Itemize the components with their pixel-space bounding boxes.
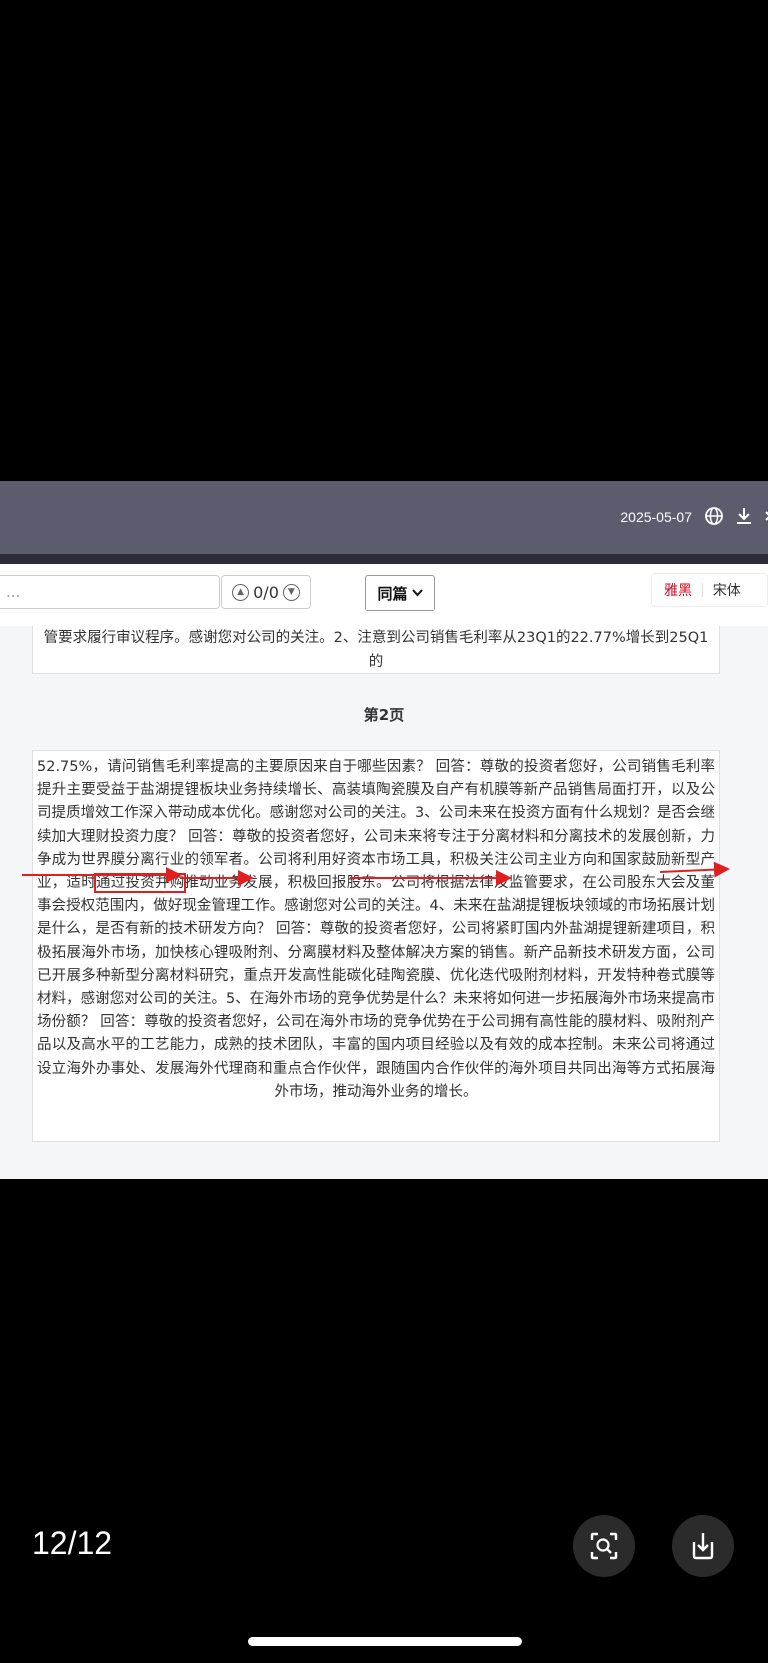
next-match-icon[interactable]: ▼ xyxy=(282,583,300,601)
search-toolbar: ... ▲ 0/0 ▼ 同篇 雅黑 | 宋体 xyxy=(0,564,768,626)
save-image-button[interactable] xyxy=(672,1515,734,1577)
previous-page-cell: 管要求履行审议程序。感谢您对公司的关注。2、注意到公司销售毛利率从23Q1的22… xyxy=(32,626,720,674)
document-header: 2025-05-07 xyxy=(0,481,768,554)
font-option-yahei[interactable]: 雅黑 xyxy=(652,580,692,600)
highlighted-phrase: 通过投资并购 xyxy=(93,873,187,894)
font-separator: | xyxy=(700,582,705,598)
font-option-songti[interactable]: 宋体 xyxy=(713,580,741,600)
previous-page-text: 管要求履行审议程序。感谢您对公司的关注。2、注意到公司销售毛利率从23Q1的22… xyxy=(43,630,709,670)
more-icon[interactable] xyxy=(760,506,768,526)
image-page-counter: 12/12 xyxy=(32,1525,113,1561)
scan-text-icon xyxy=(590,1532,618,1560)
header-shadow-bar xyxy=(0,554,768,564)
download-icon[interactable] xyxy=(734,506,754,526)
search-input[interactable]: ... xyxy=(0,575,220,609)
scope-select[interactable]: 同篇 xyxy=(365,575,435,611)
chevron-down-icon xyxy=(411,589,423,597)
match-navigator: ▲ 0/0 ▼ xyxy=(221,575,311,609)
match-counter: 0/0 xyxy=(253,582,279,602)
document-screenshot: 2025-05-07 ... ▲ 0/0 ▼ 同篇 雅黑 | 宋体 管要求履行审… xyxy=(0,481,768,1179)
document-body: 管要求履行审议程序。感谢您对公司的关注。2、注意到公司销售毛利率从23Q1的22… xyxy=(0,626,768,1179)
font-switch: 雅黑 | 宋体 xyxy=(651,573,768,607)
qa-text-after: 推动业务发展，积极回报股东。公司将根据法律及监管要求，在公司股东大会及董事会授权… xyxy=(37,875,716,1100)
qa-text-before: 52.75%，请问销售毛利率提高的主要原因来自于哪些因素？ 回答：尊敬的投资者您… xyxy=(37,759,715,892)
home-indicator[interactable] xyxy=(248,1637,522,1646)
previous-match-icon[interactable]: ▲ xyxy=(232,583,250,601)
page-label: 第2页 xyxy=(363,706,405,724)
scope-select-value: 同篇 xyxy=(377,584,408,603)
globe-icon[interactable] xyxy=(704,506,724,526)
save-image-icon xyxy=(692,1533,714,1560)
qa-text-cell: 52.75%，请问销售毛利率提高的主要原因来自于哪些因素？ 回答：尊敬的投资者您… xyxy=(32,750,720,1142)
publish-date: 2025-05-07 xyxy=(620,509,692,525)
scan-text-button[interactable] xyxy=(573,1515,635,1577)
